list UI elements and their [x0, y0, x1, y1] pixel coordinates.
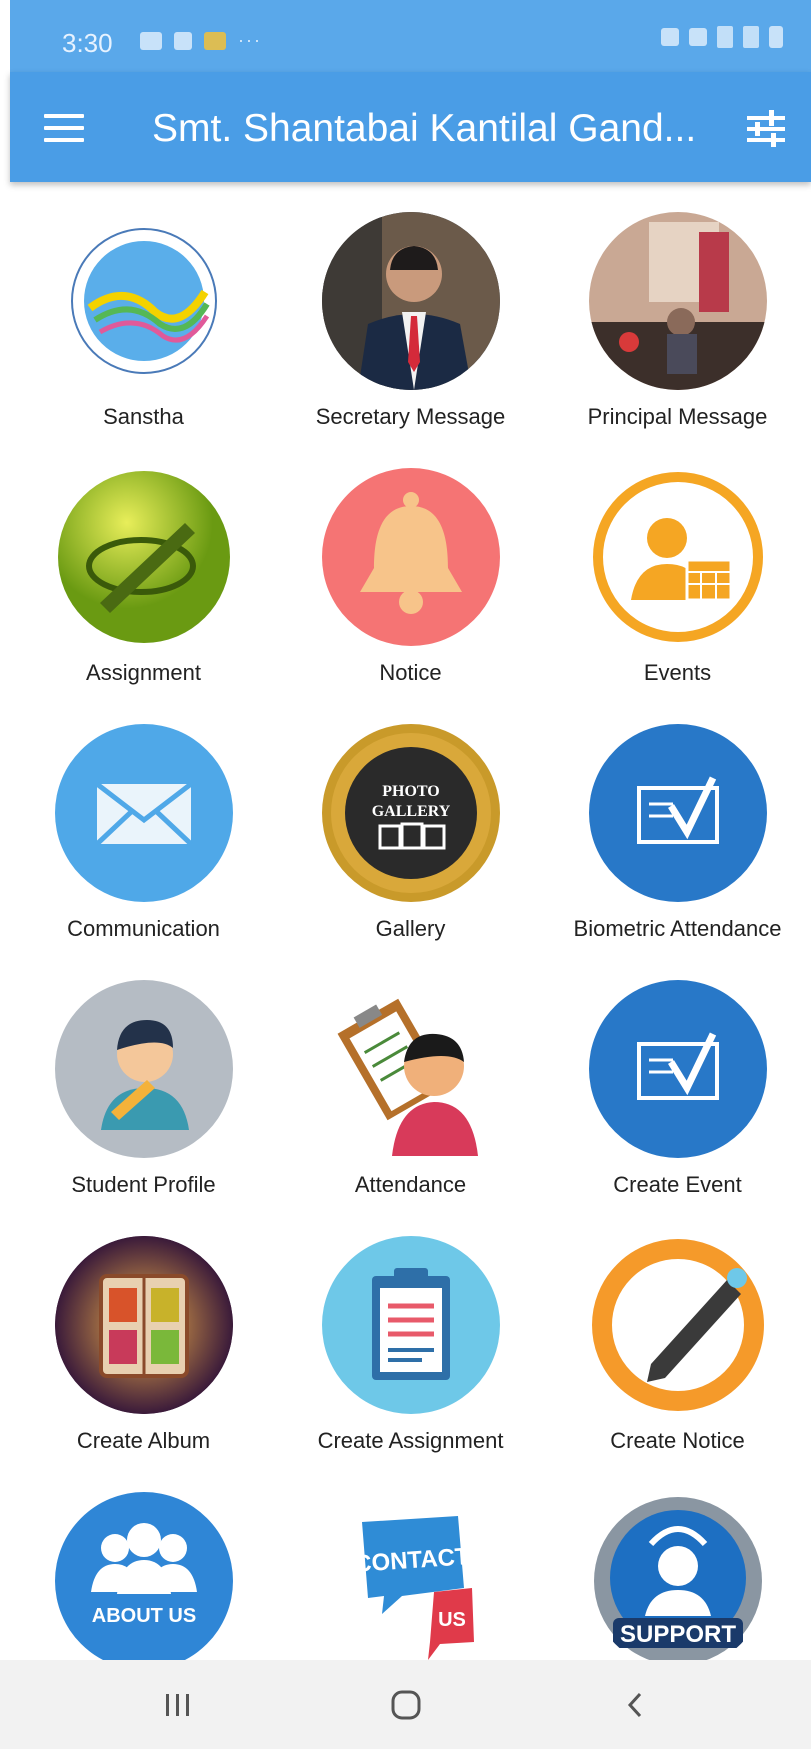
tile-create-notice[interactable]: Create Notice: [544, 1206, 811, 1462]
clipboard-person-icon: [322, 980, 500, 1158]
tile-label: Assignment: [86, 660, 201, 685]
app-title: Smt. Shantabai Kantilal Gand...: [152, 107, 697, 150]
bell-icon: [321, 468, 500, 646]
tile-label: Create Album: [76, 1428, 211, 1453]
tile-sanstha[interactable]: Sanstha: [10, 182, 277, 438]
tile-biometric-attendance[interactable]: Biometric Attendance: [544, 694, 811, 950]
home-icon: [391, 1690, 421, 1720]
filter-sliders-icon[interactable]: [743, 106, 789, 152]
events-calendar-icon: [589, 468, 767, 646]
status-bar: 3:30 ···: [10, 0, 811, 72]
battery-icon: [769, 26, 783, 48]
status-system-icons: [661, 26, 783, 48]
gallery-badge-line1: PHOTO: [382, 783, 440, 800]
us-badge-text: US: [438, 1609, 466, 1631]
sanstha-logo-icon: [54, 212, 233, 390]
tile-label: Create Assignment: [317, 1428, 504, 1453]
signal-2-icon: [743, 26, 759, 48]
send-notification-icon: [174, 31, 192, 50]
tile-label: Student Profile: [71, 1172, 216, 1197]
tile-secretary-message[interactable]: Secretary Message: [277, 182, 544, 438]
gallery-badge-line2: GALLERY: [371, 803, 450, 820]
system-nav-bar: [0, 1660, 811, 1749]
tile-label: Biometric Attendance: [573, 916, 782, 941]
tile-assignment[interactable]: Assignment: [10, 438, 277, 694]
album-book-icon: [54, 1236, 233, 1414]
alarm-icon: [661, 28, 679, 46]
clipboard-document-icon: [321, 1236, 500, 1414]
student-avatar-icon: [54, 980, 233, 1158]
tile-attendance[interactable]: Attendance: [277, 950, 544, 1206]
tile-contact-us[interactable]: CONTACT US: [277, 1462, 544, 1660]
envelope-icon: [54, 724, 233, 902]
tile-support[interactable]: SUPPORT: [544, 1462, 811, 1660]
assignment-pencil-icon: [55, 468, 233, 646]
tile-student-profile[interactable]: Student Profile: [10, 950, 277, 1206]
recent-apps-icon: [166, 1694, 189, 1716]
about-us-icon: ABOUT US: [54, 1492, 233, 1660]
tile-label: Attendance: [354, 1172, 467, 1197]
tile-label: Principal Message: [587, 404, 768, 429]
back-icon: [627, 1692, 642, 1718]
home-button[interactable]: [346, 1660, 466, 1749]
checkmark-card-icon: [588, 724, 767, 902]
tile-create-album[interactable]: Create Album: [10, 1206, 277, 1462]
image-notification-icon: [140, 31, 162, 50]
tile-about-us[interactable]: ABOUT US: [10, 1462, 277, 1660]
tile-label: Create Event: [613, 1172, 742, 1197]
status-time: 3:30: [62, 28, 113, 58]
tile-communication[interactable]: Communication: [10, 694, 277, 950]
tile-label: Notice: [379, 660, 442, 685]
status-notification-icons: ···: [140, 30, 262, 51]
tile-label: Gallery: [375, 916, 446, 941]
menu-grid: Sanstha Secretary Message Principal Mess…: [10, 182, 811, 1660]
hamburger-menu-icon[interactable]: [44, 114, 84, 142]
support-badge-text: SUPPORT: [619, 1621, 735, 1648]
tile-principal-message[interactable]: Principal Message: [544, 182, 811, 438]
tile-label: Secretary Message: [315, 404, 506, 429]
tile-notice[interactable]: Notice: [277, 438, 544, 694]
app-notification-icon: [204, 31, 226, 50]
pencil-ring-icon: [589, 1236, 767, 1414]
contact-us-icon: CONTACT US: [322, 1492, 500, 1660]
tile-label: Create Notice: [610, 1428, 745, 1453]
tile-events[interactable]: Events: [544, 438, 811, 694]
back-button[interactable]: [574, 1660, 694, 1749]
signal-icon: [717, 26, 733, 48]
support-headset-icon: SUPPORT: [589, 1492, 767, 1660]
about-us-badge-text: ABOUT US: [91, 1605, 195, 1627]
mute-icon: [689, 28, 707, 46]
tile-label: Sanstha: [103, 404, 184, 429]
principal-photo-icon: [588, 212, 767, 390]
tile-gallery[interactable]: PHOTO GALLERY Gallery: [277, 694, 544, 950]
photo-gallery-icon: PHOTO GALLERY: [321, 724, 500, 902]
app-bar: Smt. Shantabai Kantilal Gand...: [10, 72, 811, 182]
tile-label: Events: [643, 660, 712, 685]
recent-apps-button[interactable]: [118, 1660, 238, 1749]
tile-create-event[interactable]: Create Event: [544, 950, 811, 1206]
checkmark-card-icon: [588, 980, 767, 1158]
more-notifications-icon: ···: [238, 30, 262, 50]
tile-label: Communication: [67, 916, 220, 941]
secretary-photo-icon: [321, 212, 500, 390]
tile-create-assignment[interactable]: Create Assignment: [277, 1206, 544, 1462]
